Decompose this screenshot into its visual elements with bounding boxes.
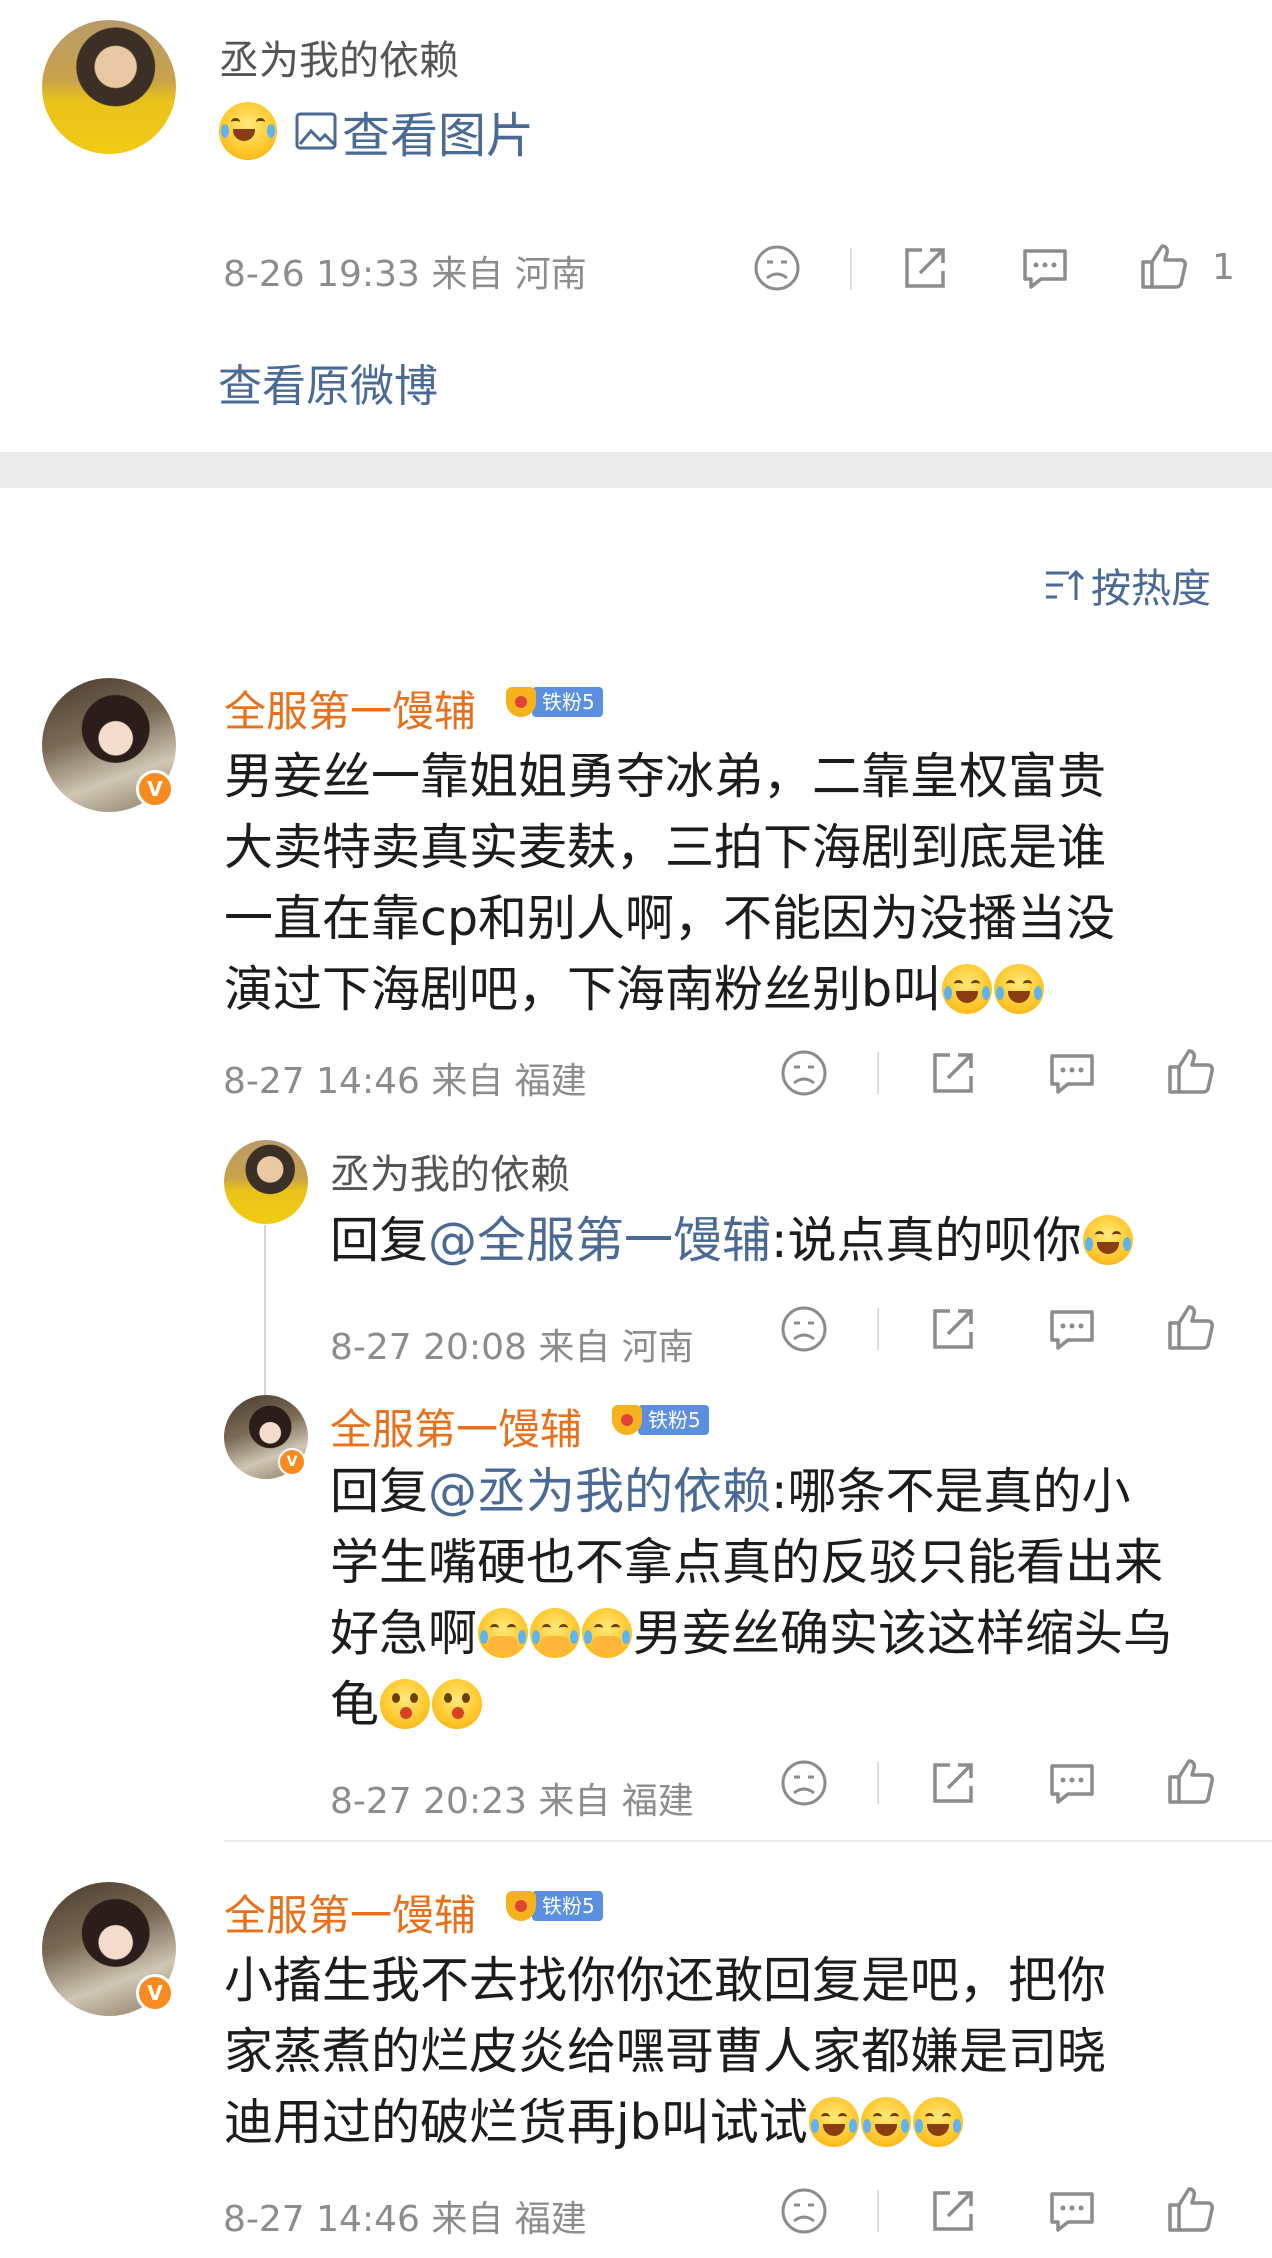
laugh-cry-emoji-icon	[994, 964, 1045, 1014]
comment-icon[interactable]	[1019, 243, 1071, 293]
verified-badge-icon: V	[136, 770, 174, 808]
verified-badge-icon: V	[278, 1448, 306, 1476]
laugh-cry-emoji-icon	[1082, 1215, 1133, 1265]
crying-emoji-icon	[530, 1608, 581, 1658]
share-icon[interactable]	[928, 1304, 978, 1354]
laugh-cry-emoji-icon	[942, 964, 993, 1014]
avatar[interactable]	[224, 1140, 308, 1224]
comment-meta: 8-27 14:46 来自 福建	[223, 2199, 587, 2240]
comment-author[interactable]: 全服第一馒辅	[224, 678, 476, 739]
comment-icon[interactable]	[1046, 1048, 1098, 1098]
crying-emoji-icon	[582, 1608, 633, 1658]
like-count: 1	[1212, 247, 1235, 288]
like-icon[interactable]	[1165, 1755, 1217, 1807]
divider	[877, 2190, 879, 2232]
reply-meta: 8-27 20:08 来自 河南	[330, 1327, 694, 1368]
image-link[interactable]: 查看图片	[218, 100, 534, 164]
share-icon[interactable]	[928, 2186, 978, 2236]
laugh-cry-emoji-icon	[860, 2097, 911, 2147]
share-icon[interactable]	[928, 1758, 978, 1808]
share-icon[interactable]	[900, 243, 950, 293]
comment-text: 小搐生我不去找你你还敢回复是吧，把你 家蒸煮的烂皮炎给嘿哥曹人家都嫌是司晓 迪用…	[224, 1952, 1107, 2151]
avatar[interactable]	[42, 20, 176, 154]
comment-separator	[224, 1840, 1272, 1842]
divider	[850, 248, 852, 290]
share-icon[interactable]	[928, 1048, 978, 1098]
crying-emoji-icon	[478, 1608, 529, 1658]
comment-meta: 8-26 19:33 来自 河南	[223, 254, 587, 295]
crown-icon	[506, 687, 536, 717]
pouting-emoji-icon	[380, 1679, 431, 1729]
view-original-link[interactable]: 查看原微博	[218, 350, 438, 414]
dislike-icon[interactable]	[779, 1048, 829, 1098]
divider	[877, 1052, 879, 1094]
divider	[877, 1762, 879, 1804]
section-separator	[0, 452, 1272, 488]
like-icon[interactable]	[1165, 2183, 1217, 2235]
dislike-icon[interactable]	[779, 1758, 829, 1808]
mention-link[interactable]: @丞为我的依赖	[428, 1463, 771, 1520]
comment-text: 男妾丝一靠姐姐勇夺冰弟，二靠皇权富贵 大卖特卖真实麦麸，三拍下海剧到底是谁 一直…	[224, 748, 1116, 1018]
comment-author[interactable]: 全服第一馒辅	[224, 1882, 476, 1943]
dislike-icon[interactable]	[779, 1304, 829, 1354]
mention-link[interactable]: @全服第一馒辅	[428, 1212, 771, 1269]
reply-text: 回复@全服第一馒辅:说点真的呗你	[330, 1205, 1134, 1276]
dislike-icon[interactable]	[752, 243, 802, 293]
sort-icon	[1043, 566, 1085, 604]
fan-badge: 铁粉5	[506, 1890, 603, 1922]
laugh-cry-emoji-icon	[219, 102, 277, 160]
comment-icon[interactable]	[1046, 2186, 1098, 2236]
crown-icon	[612, 1405, 642, 1435]
divider	[877, 1308, 879, 1350]
reply-text: 回复@丞为我的依赖:哪条不是真的小 学生嘴硬也不拿点真的反驳只能看出来 好急啊男…	[330, 1463, 1173, 1733]
comment-meta: 8-27 14:46 来自 福建	[223, 1061, 587, 1102]
verified-badge-icon: V	[136, 1974, 174, 2012]
thread-line	[264, 1225, 266, 1395]
reply-author[interactable]: 丞为我的依赖	[330, 1142, 570, 1200]
comment-icon[interactable]	[1046, 1758, 1098, 1808]
comment-icon[interactable]	[1046, 1304, 1098, 1354]
pouting-emoji-icon	[432, 1679, 483, 1729]
fan-badge: 铁粉5	[612, 1404, 709, 1436]
crown-icon	[506, 1891, 536, 1921]
like-icon[interactable]	[1165, 1045, 1217, 1097]
laugh-cry-emoji-icon	[808, 2097, 859, 2147]
reply-author[interactable]: 全服第一馒辅	[330, 1396, 582, 1457]
like-icon[interactable]	[1138, 240, 1190, 292]
reply-meta: 8-27 20:23 来自 福建	[330, 1781, 694, 1822]
fan-badge: 铁粉5	[506, 686, 603, 718]
image-icon	[294, 111, 338, 151]
comment-author[interactable]: 丞为我的依赖	[219, 28, 459, 86]
sort-button[interactable]: 按热度	[1043, 556, 1211, 614]
like-icon[interactable]	[1165, 1301, 1217, 1353]
dislike-icon[interactable]	[779, 2186, 829, 2236]
laugh-cry-emoji-icon	[912, 2097, 963, 2147]
